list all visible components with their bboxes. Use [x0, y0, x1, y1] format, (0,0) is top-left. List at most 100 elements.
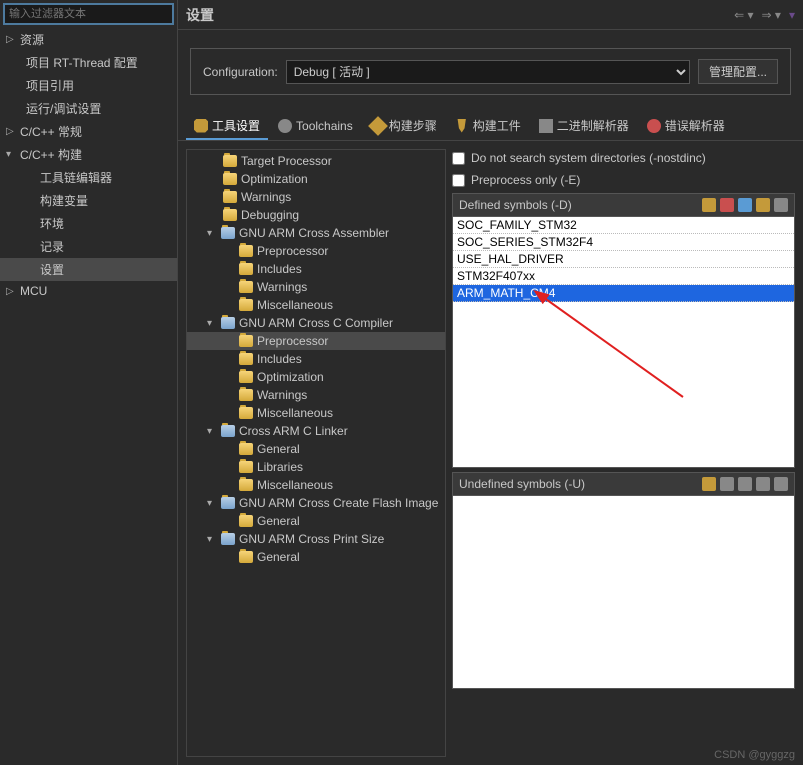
tab-tool-settings[interactable]: 工具设置 [186, 113, 268, 140]
tree-linker[interactable]: ▾Cross ARM C Linker [187, 422, 445, 440]
tree-c-preprocessor[interactable]: Preprocessor [187, 332, 445, 350]
nav-toolchain-editor[interactable]: 工具链编辑器 [0, 166, 177, 189]
tree-linker-libraries[interactable]: Libraries [187, 458, 445, 476]
group-icon [221, 317, 235, 329]
page-header: 设置 ⇐ ▾ ⇒ ▾ ▾ [178, 0, 803, 30]
tree-asm-includes[interactable]: Includes [187, 260, 445, 278]
nav-logging[interactable]: 记录 [0, 235, 177, 258]
nav-run-debug[interactable]: 运行/调试设置 [0, 97, 177, 120]
tree-c-warnings[interactable]: Warnings [187, 386, 445, 404]
tree-warnings[interactable]: Warnings [187, 188, 445, 206]
watermark: CSDN @gyggzg [714, 749, 795, 761]
config-select[interactable]: Debug [ 活动 ] [286, 60, 690, 84]
list-item[interactable]: STM32F407xx [453, 268, 794, 285]
tree-print[interactable]: ▾GNU ARM Cross Print Size [187, 530, 445, 548]
undefined-symbols-title: Undefined symbols (-U) [459, 477, 702, 491]
tree-c-optimization[interactable]: Optimization [187, 368, 445, 386]
filter-input[interactable] [3, 3, 174, 25]
tree-optimization[interactable]: Optimization [187, 170, 445, 188]
delete-icon[interactable] [720, 477, 734, 491]
tree-asm-preprocessor[interactable]: Preprocessor [187, 242, 445, 260]
folder-icon [239, 263, 253, 275]
add-icon[interactable] [702, 477, 716, 491]
tree-asm-misc[interactable]: Miscellaneous [187, 296, 445, 314]
list-item[interactable]: SOC_FAMILY_STM32 [453, 217, 794, 234]
tool-tree: Target Processor Optimization Warnings D… [186, 149, 446, 757]
tree-gnu-asm[interactable]: ▾GNU ARM Cross Assembler [187, 224, 445, 242]
nav-settings[interactable]: 设置 [0, 258, 177, 281]
config-label: Configuration: [203, 65, 278, 79]
wrench-icon [194, 119, 208, 133]
chevron-down-icon: ▾ [207, 498, 217, 509]
group-icon [221, 425, 235, 437]
nav-cpp-general[interactable]: ▷C/C++ 常规 [0, 120, 177, 143]
tree-c-includes[interactable]: Includes [187, 350, 445, 368]
folder-icon [239, 389, 253, 401]
tree-flash-general[interactable]: General [187, 512, 445, 530]
trophy-icon [455, 119, 469, 133]
chevron-down-icon: ▾ [6, 149, 16, 160]
tab-toolchains[interactable]: Toolchains [270, 113, 361, 140]
tab-binary-parsers[interactable]: 二进制解析器 [531, 113, 637, 140]
tree-linker-general[interactable]: General [187, 440, 445, 458]
list-item[interactable]: USE_HAL_DRIVER [453, 251, 794, 268]
defined-symbols-list[interactable]: SOC_FAMILY_STM32 SOC_SERIES_STM32F4 USE_… [453, 217, 794, 467]
error-icon [647, 119, 661, 133]
tree-gnu-c[interactable]: ▾GNU ARM Cross C Compiler [187, 314, 445, 332]
folder-icon [239, 407, 253, 419]
delete-icon[interactable] [720, 198, 734, 212]
tab-build-steps[interactable]: 构建步骤 [363, 113, 445, 140]
folder-icon [239, 515, 253, 527]
chevron-right-icon: ▷ [6, 286, 16, 297]
nav-cpp-build[interactable]: ▾C/C++ 构建 [0, 143, 177, 166]
nav-env[interactable]: 环境 [0, 212, 177, 235]
tree-asm-warnings[interactable]: Warnings [187, 278, 445, 296]
move-down-icon[interactable] [774, 477, 788, 491]
tree-debugging[interactable]: Debugging [187, 206, 445, 224]
folder-icon [239, 461, 253, 473]
move-up-icon[interactable] [756, 198, 770, 212]
preprocess-label: Preprocess only (-E) [471, 173, 580, 187]
move-up-icon[interactable] [756, 477, 770, 491]
defined-symbols-box: Defined symbols (-D) SOC_FAMILY_STM32 SO… [452, 193, 795, 468]
tree-print-general[interactable]: General [187, 548, 445, 566]
defined-symbols-title: Defined symbols (-D) [459, 198, 702, 212]
tree-linker-misc[interactable]: Miscellaneous [187, 476, 445, 494]
tree-flash[interactable]: ▾GNU ARM Cross Create Flash Image [187, 494, 445, 512]
folder-icon [239, 245, 253, 257]
tab-build-artifacts[interactable]: 构建工件 [447, 113, 529, 140]
folder-icon [223, 155, 237, 167]
folder-icon [223, 209, 237, 221]
folder-icon [239, 551, 253, 563]
chevron-down-icon: ▾ [207, 318, 217, 329]
edit-icon[interactable] [738, 477, 752, 491]
move-down-icon[interactable] [774, 198, 788, 212]
manage-config-button[interactable]: 管理配置... [698, 59, 778, 84]
folder-icon [239, 371, 253, 383]
folder-icon [239, 443, 253, 455]
forward-arrow-icon[interactable]: ⇒ ▾ [762, 8, 781, 22]
nostdinc-label: Do not search system directories (-nostd… [471, 151, 706, 165]
minimize-icon[interactable]: ▾ [789, 8, 795, 22]
list-item[interactable]: SOC_SERIES_STM32F4 [453, 234, 794, 251]
hammer-icon [368, 116, 388, 136]
preprocess-checkbox[interactable] [452, 174, 465, 187]
tree-target-processor[interactable]: Target Processor [187, 152, 445, 170]
configuration-box: Configuration: Debug [ 活动 ] 管理配置... [190, 48, 791, 95]
nostdinc-checkbox[interactable] [452, 152, 465, 165]
group-icon [221, 497, 235, 509]
nav-rt-thread[interactable]: 项目 RT-Thread 配置 [0, 51, 177, 74]
list-item-selected[interactable]: ARM_MATH_CM4 [453, 285, 794, 302]
nav-refs[interactable]: 项目引用 [0, 74, 177, 97]
nav-resources[interactable]: ▷资源 [0, 28, 177, 51]
undefined-symbols-list[interactable] [453, 496, 794, 688]
folder-icon [239, 335, 253, 347]
add-icon[interactable] [702, 198, 716, 212]
nav-build-vars[interactable]: 构建变量 [0, 189, 177, 212]
nav-mcu[interactable]: ▷MCU [0, 281, 177, 301]
folder-icon [223, 173, 237, 185]
tree-c-misc[interactable]: Miscellaneous [187, 404, 445, 422]
edit-icon[interactable] [738, 198, 752, 212]
tab-error-parsers[interactable]: 错误解析器 [639, 113, 733, 140]
back-arrow-icon[interactable]: ⇐ ▾ [734, 8, 753, 22]
